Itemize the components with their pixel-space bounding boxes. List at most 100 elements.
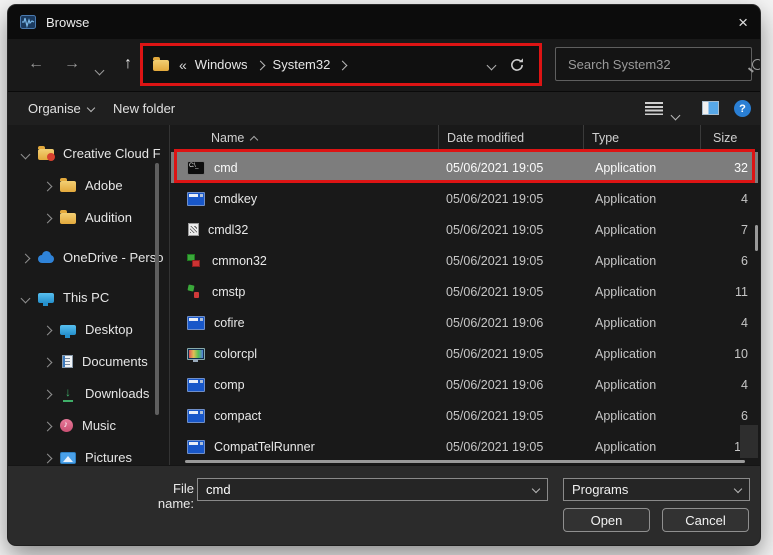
address-dropdown-chevron-icon[interactable] [486,57,497,72]
sidebar-item[interactable]: Audition [8,201,169,233]
file-type-select[interactable]: Programs [563,478,750,501]
table-row[interactable]: compact 05/06/2021 19:05 Application 6 [171,400,758,431]
file-type-icon [187,254,203,267]
type-cell: Application [595,253,657,268]
navigation-bar: ← → ↑ « Windows System32 [8,39,760,91]
view-mode-icon[interactable] [645,102,663,115]
breadcrumb-overflow[interactable]: « [179,57,187,73]
sidebar-item[interactable]: Music [8,409,169,441]
expand-chevron-icon[interactable] [20,146,38,161]
chevron-right-icon[interactable] [255,57,265,72]
preview-pane-icon[interactable] [702,101,719,115]
search-box[interactable] [555,47,760,81]
new-folder-button[interactable]: New folder [113,101,175,116]
expand-chevron-icon[interactable] [20,250,38,265]
sidebar-item[interactable]: Downloads [8,377,169,409]
expand-chevron-icon[interactable] [42,450,60,465]
size-cell: 11 [735,284,748,299]
column-header-type[interactable]: Type [583,125,700,152]
table-row[interactable]: cmmon32 05/06/2021 19:05 Application 6 [171,245,758,276]
sidebar-item-icon [60,209,76,224]
file-type-icon [187,439,205,454]
table-row[interactable]: colorcpl 05/06/2021 19:05 Application 10 [171,338,758,369]
expand-chevron-icon[interactable] [20,290,38,305]
chevron-down-icon[interactable] [531,484,541,493]
size-cell: 7 [741,222,748,237]
sidebar-item-label: This PC [63,289,110,305]
expand-chevron-icon[interactable] [42,386,60,401]
address-bar[interactable]: « Windows System32 [140,43,542,86]
column-header-name[interactable]: Name [171,125,438,152]
sidebar: Creative Cloud F Adobe Audition OneDrive… [8,125,170,465]
file-name-cell: cmdkey [171,191,438,206]
date-modified-cell: 05/06/2021 19:05 [446,439,544,454]
sidebar-item-label: Music [82,417,116,433]
vertical-scrollbar-thumb[interactable] [755,225,758,251]
sidebar-item[interactable]: Pictures [8,441,169,465]
view-mode-chevron-icon[interactable] [670,106,681,124]
expand-chevron-icon[interactable] [42,322,60,337]
search-icon[interactable] [752,58,760,70]
type-cell: Application [595,315,657,330]
date-modified-cell: 05/06/2021 19:05 [446,253,544,268]
table-row[interactable]: CompatTelRunner 05/06/2021 19:05 Applica… [171,431,758,462]
file-name-cell: cofire [171,315,438,330]
file-name-label: File name: [157,481,194,511]
sidebar-item-label: Downloads [85,385,150,401]
sort-ascending-icon [249,130,259,148]
table-row[interactable]: comp 05/06/2021 19:06 Application 4 [171,369,758,400]
open-button[interactable]: Open [563,508,650,532]
refresh-icon[interactable] [509,57,525,73]
scrollbar-corner [740,425,758,458]
file-name-cell: CompatTelRunner [171,439,438,454]
audition-app-icon [20,15,36,29]
expand-chevron-icon[interactable] [42,210,60,225]
file-type-value: Programs [572,482,629,497]
expand-chevron-icon[interactable] [42,354,60,369]
table-row[interactable]: cmdl32 05/06/2021 19:05 Application 7 [171,214,758,245]
chevron-right-icon[interactable] [337,57,348,72]
window-title: Browse [46,14,90,30]
sidebar-item[interactable]: Adobe [8,169,169,201]
column-header-date-modified[interactable]: Date modified [438,125,583,152]
table-row[interactable]: cmd 05/06/2021 19:05 Application 32 [171,152,758,183]
command-toolbar: Organise New folder ? [8,91,760,126]
close-icon[interactable]: × [718,14,748,31]
type-cell: Application [595,160,657,175]
sidebar-item[interactable]: This PC [8,281,169,313]
organise-button[interactable]: Organise [28,101,95,116]
sidebar-item-icon [38,251,54,263]
resize-grip[interactable] [753,539,755,541]
sidebar-item[interactable]: Documents [8,345,169,377]
table-row[interactable]: cmstp 05/06/2021 19:05 Application 11 [171,276,758,307]
column-header-size[interactable]: Size [700,125,758,152]
chevron-down-icon[interactable] [733,484,743,493]
sidebar-item[interactable]: Desktop [8,313,169,345]
sidebar-item-icon [38,145,55,161]
up-icon[interactable]: ↑ [124,56,132,72]
table-row[interactable]: cofire 05/06/2021 19:06 Application 4 [171,307,758,338]
file-name-input[interactable] [206,482,533,497]
breadcrumb-system32[interactable]: System32 [273,57,331,72]
help-icon[interactable]: ? [734,100,751,117]
cancel-button[interactable]: Cancel [662,508,749,532]
size-cell: 32 [734,160,748,175]
type-cell: Application [595,377,657,392]
recent-locations-chevron-icon[interactable] [94,62,105,78]
type-cell: Application [595,284,657,299]
breadcrumb-windows[interactable]: Windows [195,57,248,72]
date-modified-cell: 05/06/2021 19:06 [446,377,544,392]
sidebar-item[interactable]: Creative Cloud F [8,137,169,169]
file-name-combo[interactable] [197,478,548,501]
search-input[interactable] [566,55,746,73]
expand-chevron-icon[interactable] [42,178,60,193]
back-icon[interactable]: ← [28,56,44,72]
date-modified-cell: 05/06/2021 19:05 [446,346,544,361]
forward-icon[interactable]: → [64,56,80,72]
expand-chevron-icon[interactable] [42,418,60,433]
main-area: Creative Cloud F Adobe Audition OneDrive… [8,125,760,465]
sidebar-scrollbar[interactable] [155,163,159,415]
horizontal-scrollbar-thumb[interactable] [185,460,745,463]
sidebar-item[interactable]: OneDrive - Perso [8,241,169,273]
table-row[interactable]: cmdkey 05/06/2021 19:05 Application 4 [171,183,758,214]
